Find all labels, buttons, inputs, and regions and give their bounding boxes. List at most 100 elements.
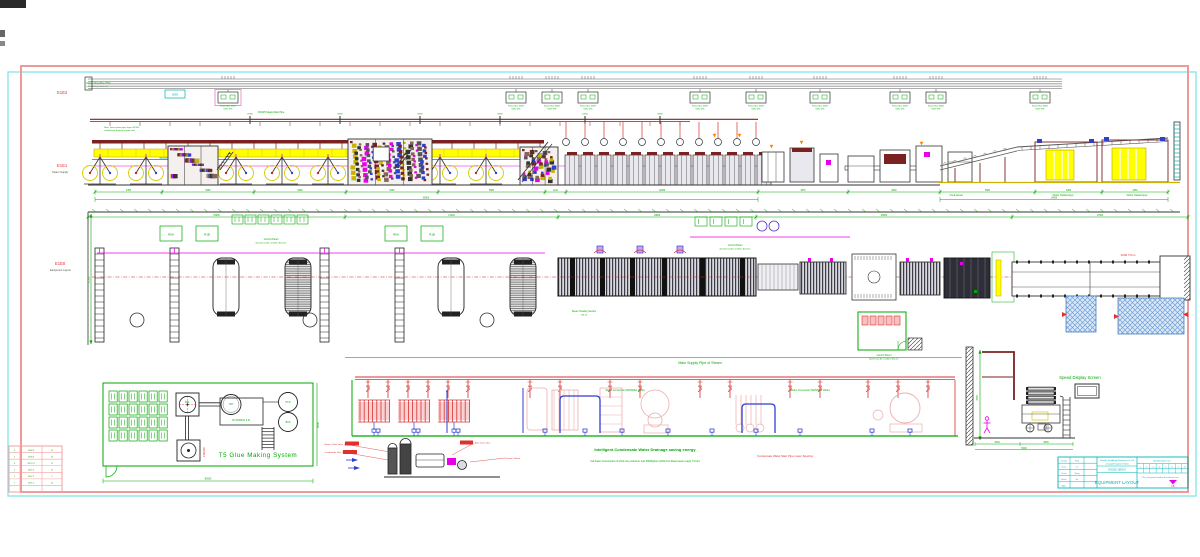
svg-text:12250: 12250 <box>659 190 666 192</box>
svg-text:2008.6: 2008.6 <box>28 450 35 452</box>
svg-text:5580: 5580 <box>985 190 991 192</box>
svg-text:Lin: Lin <box>1076 467 1079 469</box>
svg-text:2007.9: 2007.9 <box>28 470 35 472</box>
view-label-equip: E1E0 <box>55 261 66 266</box>
svg-text:2: 2 <box>1146 466 1147 468</box>
steam-main-text: Intelligent Condensate Water Drainage sa… <box>594 447 696 452</box>
svg-text:A: A <box>51 449 53 452</box>
svg-text:50Hz 3Ph: 50Hz 3Ph <box>895 109 905 111</box>
pump-label-auto: Auto Drain Unit <box>475 442 490 445</box>
svg-text:7: 7 <box>1178 466 1179 468</box>
svg-text:1: 1 <box>14 483 16 485</box>
view-label-steam-name: Steam Supply <box>52 170 69 174</box>
svg-text:Design: Design <box>1061 461 1067 463</box>
svg-text:DN50: DN50 <box>657 114 663 116</box>
svg-text:2007.5: 2007.5 <box>28 476 35 478</box>
steam-title: Main Supply Pipe of Steam <box>678 361 721 365</box>
speed-title: Speed Display Screen <box>1059 375 1101 380</box>
cluster-caption-1: Control Panel <box>264 238 279 241</box>
glue-mixer-label: A5R <box>185 401 190 404</box>
drawing-linework: Power Box 380V50Hz 3PhPower Box 380V50Hz… <box>83 76 1193 484</box>
svg-text:He: He <box>1076 479 1078 481</box>
df-caption-2: (18 m) <box>581 315 588 317</box>
svg-text:21300: 21300 <box>448 215 455 217</box>
svg-text:4: 4 <box>14 463 16 465</box>
svg-text:50Hz 3Ph: 50Hz 3Ph <box>547 109 557 111</box>
glue-dim-right: 6500 <box>316 422 320 428</box>
svg-text:DN50: DN50 <box>247 114 253 116</box>
room-caption-1: Control Room <box>877 354 892 357</box>
svg-text:5080: 5080 <box>389 190 395 192</box>
view-label-equip-name: Equipment Layout <box>50 268 71 272</box>
speed-wall-dim: 7000 <box>976 395 979 401</box>
svg-text:21500: 21500 <box>87 276 90 283</box>
glue-dim-bottom: 8000 <box>205 477 212 481</box>
pump-label-cabinet: Control Cabinet <box>505 457 521 460</box>
svg-text:Power Box 380V: Power Box 380V <box>1032 105 1049 108</box>
svg-text:DN50: DN50 <box>337 114 343 116</box>
tb-product: 5 Ply Corrugated Cardboard Production Li… <box>1141 476 1178 479</box>
steam-conn-b: Steam Connection DN25(Max 10bar) <box>790 389 830 392</box>
svg-text:3350: 3350 <box>1066 190 1072 192</box>
svg-text:1: 1 <box>1140 466 1141 468</box>
plan-view: Control Panel (by Section As Condition E… <box>256 238 1136 361</box>
svg-text:25000: 25000 <box>213 215 220 217</box>
svg-text:Power Box 380V: Power Box 380V <box>508 105 525 108</box>
svg-text:50Hz 3Ph: 50Hz 3Ph <box>511 109 521 111</box>
svg-text:5580: 5580 <box>489 190 495 192</box>
svg-text:50Hz 3Ph: 50Hz 3Ph <box>583 109 593 111</box>
svg-text:Power Box 380V: Power Box 380V <box>220 105 237 108</box>
svg-text:DN50: DN50 <box>497 114 503 116</box>
svg-text:6: 6 <box>14 450 16 452</box>
svg-text:R1B: R1B <box>204 233 210 237</box>
svg-text:19800: 19800 <box>654 215 661 217</box>
glue-tank-label: YFH <box>229 404 234 406</box>
svg-text:Power Box 380V: Power Box 380V <box>580 105 597 108</box>
svg-text:5080: 5080 <box>297 190 303 192</box>
incline-label: 4 belt panels <box>949 194 963 197</box>
pump-label-steam-out: Steam Outlet Valve <box>324 443 343 446</box>
svg-text:4: 4 <box>1159 466 1160 468</box>
svg-text:Power Box 380V: Power Box 380V <box>544 105 561 108</box>
tb-company-2: Corrugated Equipment Works <box>1105 463 1129 466</box>
svg-text:6: 6 <box>1172 466 1173 468</box>
svg-text:5: 5 <box>1165 466 1166 468</box>
title-block: JiangSu FangBang Machinery Co.,Ltd Corru… <box>1058 457 1188 488</box>
cluster2-caption-1: Control Panel <box>728 244 743 247</box>
svg-text:Check: Check <box>1061 473 1066 475</box>
glue-tank3-label: BCN <box>286 422 291 424</box>
cad-sheet: E1E2 Safety Slide Wire 250A (installed b… <box>0 0 1200 557</box>
revision-table: 62008.6A52008.3A42007.12B32007.9A22007.5… <box>9 446 62 492</box>
print-mark <box>0 0 26 8</box>
pipe-note-2: condensate drained at pipe end <box>104 129 135 132</box>
svg-text:50Hz 3Ph: 50Hz 3Ph <box>751 109 761 111</box>
svg-text:4350: 4350 <box>126 190 132 192</box>
svg-text:3: 3 <box>1152 466 1153 468</box>
svg-text:R1B: R1B <box>429 233 435 237</box>
svg-text:Appr.: Appr. <box>1062 484 1067 487</box>
svg-text:5080: 5080 <box>205 190 211 192</box>
svg-text:3: 3 <box>14 470 16 472</box>
pipe-note-1: Note: main steam pipe slope 3/1000, <box>104 126 140 129</box>
svg-text:5: 5 <box>14 456 16 458</box>
tb-date-no: A1256-2006-2-10 <box>1153 460 1171 463</box>
svg-text:3350: 3350 <box>1132 190 1138 192</box>
view-label-power: E1E2 <box>57 90 68 95</box>
glue-title: T5 Glue Making System <box>219 452 298 459</box>
svg-text:2008.3: 2008.3 <box>28 456 35 458</box>
svg-text:A: A <box>51 455 53 458</box>
svg-text:14500: 14500 <box>1051 197 1058 199</box>
svg-text:25600: 25600 <box>881 215 888 217</box>
svg-text:A: A <box>51 469 53 472</box>
svg-text:2007.1: 2007.1 <box>28 483 35 485</box>
glue-making-room: T5 Glue Making System A5R YFH ±0 WXRFH 2… <box>185 401 320 481</box>
steam-red-note: Condensate Water Main Pipe Lower Spacing <box>757 454 813 458</box>
svg-text:50Hz 3Ph: 50Hz 3Ph <box>223 109 233 111</box>
svg-text:Wang: Wang <box>1075 473 1080 475</box>
glue-tank2-label: HCN <box>286 402 291 404</box>
svg-text:8: 8 <box>1184 466 1185 468</box>
svg-text:17600: 17600 <box>1097 215 1104 217</box>
svg-text:50Hz 3Ph: 50Hz 3Ph <box>695 109 705 111</box>
svg-text:C: C <box>51 476 53 478</box>
svg-text:Stand.: Stand. <box>1061 478 1067 481</box>
